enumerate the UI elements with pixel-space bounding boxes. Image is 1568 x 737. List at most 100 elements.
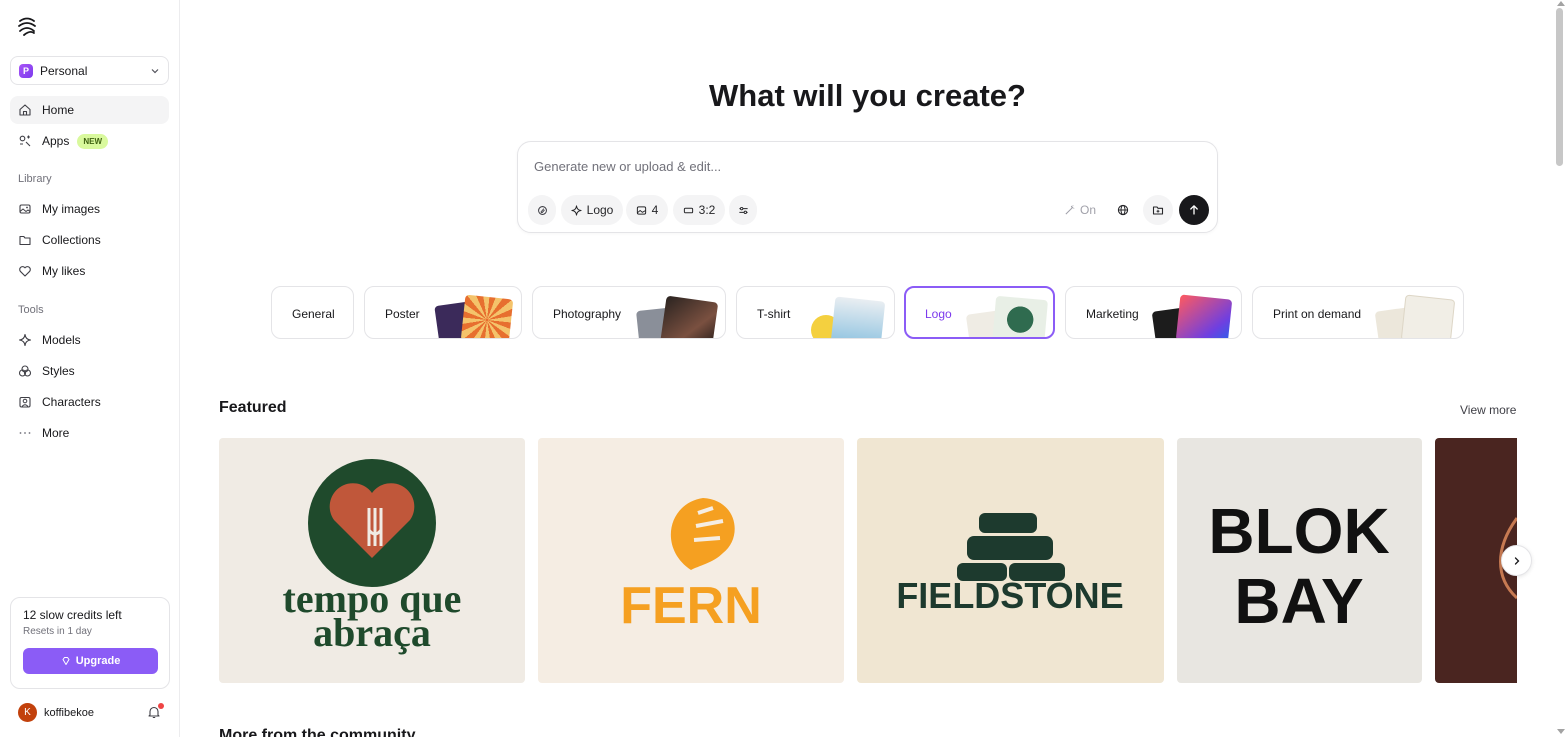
category-t-shirt[interactable]: T-shirt — [736, 286, 895, 339]
nav-collections[interactable]: Collections — [10, 226, 169, 254]
credits-card: 12 slow credits left Resets in 1 day Upg… — [10, 597, 170, 689]
type-chip[interactable]: Logo — [561, 195, 623, 225]
featured-title: Featured — [219, 399, 287, 416]
upgrade-button[interactable]: Upgrade — [23, 648, 158, 674]
nav-home[interactable]: Home — [10, 96, 169, 124]
settings-button[interactable] — [729, 195, 757, 225]
nav-styles-label: Styles — [42, 364, 75, 378]
category-label: Poster — [385, 307, 420, 321]
ratio-chip-label: 3:2 — [698, 203, 716, 217]
nav-more[interactable]: More — [10, 419, 169, 447]
images-icon — [19, 204, 31, 214]
magic-toggle[interactable]: On — [1064, 195, 1096, 225]
category-marketing[interactable]: Marketing — [1065, 286, 1242, 339]
user-profile[interactable]: K koffibekoe — [18, 703, 94, 722]
carousel-next-button[interactable] — [1501, 545, 1532, 576]
poster-thumbnail — [460, 294, 514, 338]
category-photography[interactable]: Photography — [532, 286, 726, 339]
workspace-select[interactable]: P Personal — [10, 56, 169, 85]
count-chip[interactable]: 4 — [626, 195, 668, 225]
attach-button[interactable] — [528, 195, 556, 225]
category-general[interactable]: General — [271, 286, 354, 339]
prompt-input[interactable] — [534, 156, 1134, 176]
chevron-right-icon — [1514, 556, 1519, 565]
nav-characters[interactable]: Characters — [10, 388, 169, 416]
svg-text:abraça: abraça — [313, 610, 431, 655]
scroll-up-arrow-icon[interactable] — [1557, 0, 1565, 6]
nav-my-likes[interactable]: My likes — [10, 257, 169, 285]
community-title: More from the community — [219, 727, 416, 737]
avatar: K — [18, 703, 37, 722]
arrow-up-icon — [1190, 205, 1198, 215]
magic-wand-icon — [1065, 204, 1075, 215]
nav-models[interactable]: Models — [10, 326, 169, 354]
nav-my-likes-label: My likes — [42, 264, 86, 278]
svg-text:FIELDSTONE: FIELDSTONE — [896, 575, 1123, 616]
count-chip-label: 4 — [651, 203, 659, 217]
nav-my-images-label: My images — [42, 202, 101, 216]
featured-card[interactable]: BLOK BAY — [1177, 438, 1422, 683]
sparkle-icon — [571, 204, 582, 216]
nav-models-label: Models — [42, 333, 81, 347]
nav-apps[interactable]: Apps NEW — [10, 127, 169, 155]
logo-thumbnail — [992, 295, 1048, 337]
workspace-badge: P — [19, 63, 33, 78]
category-label: Marketing — [1086, 307, 1139, 321]
featured-card[interactable]: tempo que abraça — [219, 438, 525, 683]
new-badge: NEW — [77, 133, 109, 149]
folder-icon — [19, 235, 31, 246]
language-button[interactable] — [1108, 195, 1138, 225]
magic-toggle-label: On — [1080, 203, 1097, 217]
type-chip-label: Logo — [586, 203, 614, 217]
nav-my-images[interactable]: My images — [10, 195, 169, 223]
brand-logo-icon[interactable] — [16, 15, 38, 37]
credits-reset: Resets in 1 day — [23, 626, 92, 637]
featured-card[interactable]: FERN — [538, 438, 844, 683]
tools-section-label: Tools — [18, 304, 44, 316]
tempo-que-abraca-logo: tempo que abraça — [219, 438, 525, 683]
featured-card[interactable]: FIELDSTONE — [857, 438, 1164, 683]
sparkle-icon — [18, 333, 32, 347]
sliders-icon — [738, 206, 748, 214]
characters-icon — [19, 396, 31, 408]
category-print-on-demand[interactable]: Print on demand — [1252, 286, 1464, 339]
home-icon — [19, 104, 31, 116]
nav-home-label: Home — [42, 103, 75, 117]
svg-text:BAY: BAY — [1234, 565, 1363, 637]
ratio-chip[interactable]: 3:2 — [673, 195, 725, 225]
fieldstone-logo: FIELDSTONE — [857, 438, 1164, 683]
generate-button[interactable] — [1179, 195, 1209, 225]
nav-apps-label: Apps — [42, 134, 70, 148]
save-to-folder-button[interactable] — [1143, 195, 1173, 225]
sidebar: P Personal Home Apps NEW Library My imag… — [0, 0, 180, 737]
category-poster[interactable]: Poster — [364, 286, 522, 339]
styles-icon — [18, 365, 32, 377]
scroll-down-arrow-icon[interactable] — [1557, 729, 1565, 735]
apps-icon — [19, 135, 31, 147]
credits-title: 12 slow credits left — [23, 608, 122, 622]
scrollbar-thumb[interactable] — [1556, 8, 1563, 166]
category-label: General — [292, 307, 335, 321]
more-dots-icon — [19, 432, 31, 434]
image-count-icon — [636, 205, 646, 215]
page-headline: What will you create? — [709, 78, 1026, 113]
prompt-box: Logo 4 3:2 On — [517, 141, 1218, 233]
chevron-down-icon — [151, 68, 159, 73]
pod-thumbnail — [1400, 294, 1456, 338]
notification-dot — [158, 703, 164, 709]
view-more-link[interactable]: View more — [1460, 403, 1516, 417]
category-label: Print on demand — [1273, 307, 1362, 321]
marketing-thumbnail — [1175, 294, 1233, 338]
attach-icon — [537, 205, 547, 215]
svg-text:FERN: FERN — [620, 577, 762, 635]
nav-styles[interactable]: Styles — [10, 357, 169, 385]
tshirt-thumbnail — [830, 296, 886, 338]
fern-logo: FERN — [538, 438, 844, 683]
category-logo[interactable]: Logo — [904, 286, 1055, 339]
folder-add-icon — [1152, 206, 1164, 215]
photo-thumbnail — [659, 295, 719, 338]
globe-icon — [1117, 204, 1129, 216]
user-name: koffibekoe — [44, 706, 94, 719]
category-label: T-shirt — [757, 307, 791, 321]
upgrade-label: Upgrade — [75, 655, 121, 667]
